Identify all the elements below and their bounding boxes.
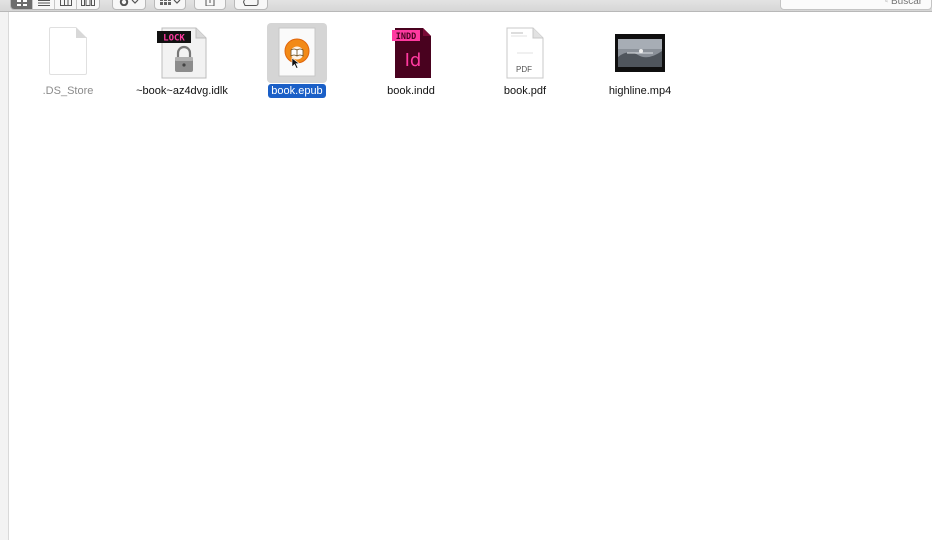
file-icon-container (267, 23, 327, 83)
search-input[interactable] (891, 0, 931, 7)
file-icon-container: INDD Id (381, 23, 441, 83)
search-icon (885, 0, 888, 3)
file-item[interactable]: book.epub (242, 23, 352, 103)
icon-view-button[interactable] (11, 0, 33, 9)
tags-button[interactable] (234, 0, 268, 10)
share-button[interactable] (194, 0, 226, 10)
file-icon-container (610, 23, 670, 83)
ibooks-epub-icon (278, 27, 316, 77)
file-name: book.indd (387, 85, 435, 97)
action-menu-button[interactable] (112, 0, 146, 10)
indesign-document-icon: INDD Id (392, 28, 431, 78)
icon-view-icon (16, 0, 27, 6)
file-name: book.pdf (503, 85, 547, 97)
file-name: ~book~az4dvg.idlk (136, 85, 228, 97)
video-thumbnail-icon (615, 34, 665, 72)
pdf-document-icon: PDF (506, 27, 544, 79)
column-view-button[interactable] (55, 0, 77, 9)
file-icon-container: PDF (495, 23, 555, 83)
file-name: .DS_Store (42, 85, 94, 97)
file-item[interactable]: INDD Id book.indd (356, 23, 466, 103)
file-item[interactable]: PDF book.pdf (470, 23, 580, 103)
window-left-border (0, 12, 9, 540)
finder-toolbar (0, 0, 932, 12)
tag-icon (243, 0, 259, 6)
file-item[interactable]: LOCK ~book~az4dvg.idlk (127, 23, 237, 103)
view-mode-segmented-control (10, 0, 100, 10)
pdf-badge-text: PDF (516, 65, 532, 74)
blank-document-icon (49, 27, 87, 75)
list-view-icon (37, 0, 50, 6)
file-name: book.epub (242, 84, 352, 98)
file-icon-container: LOCK (152, 23, 212, 83)
indesign-glyph: Id (405, 50, 422, 71)
file-item[interactable]: .DS_Store (13, 23, 123, 103)
gear-icon (119, 0, 139, 6)
file-name: highline.mp4 (608, 85, 672, 97)
list-view-button[interactable] (33, 0, 55, 9)
lock-file-icon: LOCK (157, 27, 207, 79)
cover-flow-view-button[interactable] (77, 0, 99, 9)
column-view-icon (59, 0, 72, 6)
file-icon-container (38, 23, 98, 83)
arrange-menu-button[interactable] (154, 0, 186, 10)
share-icon (205, 0, 215, 6)
cover-flow-view-icon (81, 0, 95, 6)
indd-badge-text: INDD (396, 32, 416, 42)
search-field[interactable] (780, 0, 932, 10)
page-fold-icon (76, 27, 87, 38)
grid-icon (160, 0, 181, 5)
lock-badge-text: LOCK (163, 34, 185, 44)
file-item[interactable]: highline.mp4 (585, 23, 695, 103)
